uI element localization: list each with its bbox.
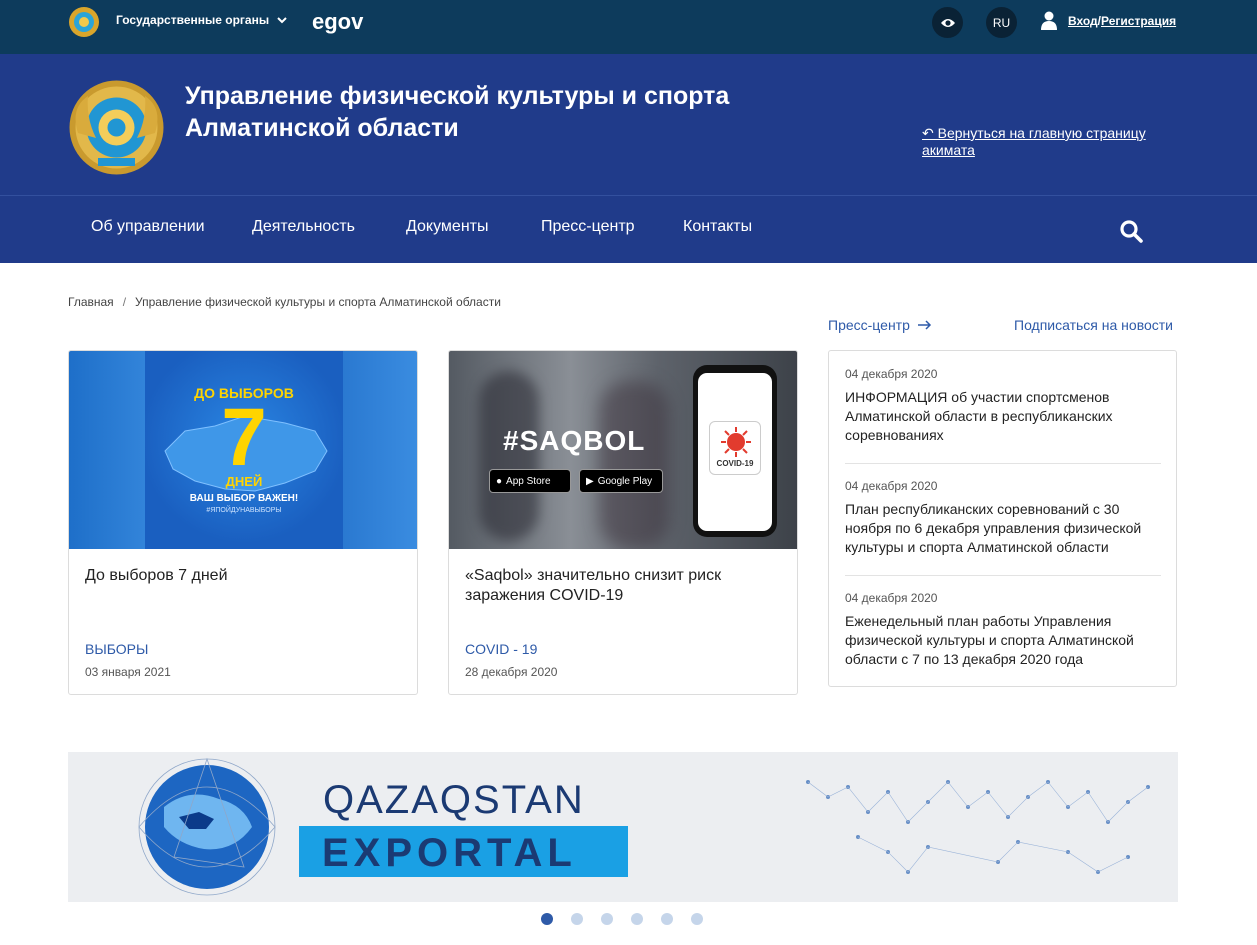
card-image: #SAQBOL ● App Store ▶ Google Play COVID-… [449,351,797,549]
news-text[interactable]: ИНФОРМАЦИЯ об участии спортсменов Алмати… [845,388,1161,445]
covid-app-label: COVID-19 [716,459,754,468]
carousel-dot[interactable] [691,913,703,925]
play-icon: ▶ [586,475,594,487]
site-header: Управление физической культуры и спорта … [0,54,1257,195]
exportal-banner[interactable]: QAZAQSTAN EXPORTAL [68,752,1178,902]
news-item[interactable]: 04 декабря 2020 ИНФОРМАЦИЯ об участии сп… [845,367,1161,445]
card-date: 03 января 2021 [85,665,171,679]
globe-icon [138,757,276,896]
back-to-akimat-link[interactable]: ↶ Вернуться на главную страницу акимата [922,125,1172,159]
state-emblem-icon[interactable] [68,78,165,177]
news-item[interactable]: 04 декабря 2020 Еженедельный план работы… [845,591,1161,669]
eye-icon [940,18,955,27]
news-list: 04 декабря 2020 ИНФОРМАЦИЯ об участии сп… [828,350,1177,687]
carousel-dot[interactable] [631,913,643,925]
card-image-line4: #ЯПОЙДУНАВЫБОРЫ [206,507,282,514]
card-image-number: 7 [221,392,267,483]
breadcrumb: Главная / Управление физической культуры… [68,295,501,309]
register-link[interactable]: Регистрация [1101,14,1176,28]
card-image-line2: ДНЕЙ [225,474,263,489]
carousel-dot[interactable] [571,913,583,925]
news-date: 04 декабря 2020 [845,479,938,493]
news-text[interactable]: План республиканских соревнований с 30 н… [845,500,1161,557]
language-button[interactable]: RU [986,7,1017,38]
press-center-link[interactable]: Пресс-центр [828,317,932,333]
login-area: Вход/Регистрация [1040,11,1176,30]
nav-item-documents[interactable]: Документы [406,218,488,236]
main-nav: Об управлении Деятельность Документы Пре… [0,195,1257,263]
breadcrumb-home[interactable]: Главная [68,295,114,309]
card-image-line3: ВАШ ВЫБОР ВАЖЕН! [189,493,299,504]
nav-item-about[interactable]: Об управлении [91,218,205,236]
card-tag[interactable]: COVID - 19 [465,641,537,657]
top-bar: Государственные органы egov RU Вход/Реги… [0,0,1257,54]
banner-title-line1: QAZAQSTAN [323,778,585,822]
google-play-label: Google Play [597,475,653,487]
news-divider [845,575,1161,576]
news-date: 04 декабря 2020 [845,367,938,381]
banner-title-line2: EXPORTAL [322,831,577,875]
search-icon[interactable] [1118,218,1144,244]
arrow-right-icon [917,320,931,330]
news-item[interactable]: 04 декабря 2020 План республиканских сор… [845,479,1161,557]
nav-item-press-center[interactable]: Пресс-центр [541,218,635,236]
card-tag[interactable]: ВЫБОРЫ [85,641,148,657]
nav-item-contacts[interactable]: Контакты [683,218,752,236]
news-date: 04 декабря 2020 [845,591,938,605]
page-title-line1: Управление физической культуры и спорта [185,82,730,110]
accessibility-button[interactable] [932,7,963,38]
egov-logo[interactable]: egov [312,9,363,35]
card-image-person-shape [599,381,669,549]
breadcrumb-current: Управление физической культуры и спорта … [135,295,501,309]
google-play-badge: ▶ Google Play [579,469,663,493]
app-store-badge: ● App Store [489,469,571,493]
user-icon [1041,11,1057,30]
apple-icon: ● [496,475,503,487]
egov-logo-text: egov [312,9,364,34]
nav-item-activity[interactable]: Деятельность [252,218,355,236]
card-image: ДО ВЫБОРОВ 7 ДНЕЙ ВАШ ВЫБОР ВАЖЕН! #ЯПОЙ… [69,351,417,549]
gov-agencies-dropdown[interactable]: Государственные органы [116,13,289,27]
card-title[interactable]: До выборов 7 дней [85,566,405,586]
carousel-dot[interactable] [601,913,613,925]
card-title[interactable]: «Saqbol» значительно снизит риск заражен… [465,566,785,606]
carousel-dot[interactable] [661,913,673,925]
world-map-dots-icon [806,780,1150,874]
news-card[interactable]: ДО ВЫБОРОВ 7 ДНЕЙ ВАШ ВЫБОР ВАЖЕН! #ЯПОЙ… [68,350,418,695]
language-label: RU [992,15,1011,30]
app-store-label: App Store [506,475,551,487]
carousel-dots [541,913,703,925]
gov-agencies-label: Государственные органы [116,13,270,27]
news-divider [845,463,1161,464]
page-title-line2: Алматинской области [185,114,459,142]
virus-icon [721,427,751,457]
news-card[interactable]: #SAQBOL ● App Store ▶ Google Play COVID-… [448,350,798,695]
login-link[interactable]: Вход [1068,14,1098,28]
chevron-down-icon [277,17,287,24]
news-text[interactable]: Еженедельный план работы Управления физи… [845,612,1161,669]
breadcrumb-separator: / [122,295,127,309]
page-title: Управление физической культуры и спорта … [185,80,805,144]
state-emblem-icon[interactable] [68,5,100,39]
subscribe-news-link[interactable]: Подписаться на новости [1014,317,1173,333]
press-center-label: Пресс-центр [828,317,910,333]
card-image-hashtag: #SAQBOL [503,425,646,456]
card-date: 28 декабря 2020 [465,665,558,679]
carousel-dot[interactable] [541,913,553,925]
